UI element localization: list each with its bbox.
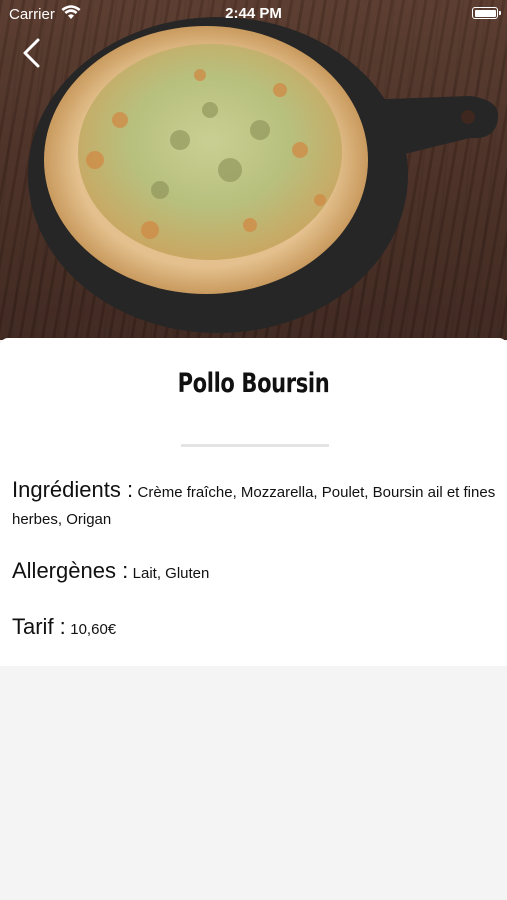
battery-icon (472, 7, 501, 19)
price-label: Tarif : (12, 614, 66, 639)
allergens-row: Allergènes : Lait, Gluten (12, 557, 497, 587)
ingredients-label: Ingrédients : (12, 477, 134, 502)
allergens-label: Allergènes : (12, 558, 129, 583)
ingredients-row: Ingrédients : Crème fraîche, Mozzarella,… (12, 476, 497, 533)
price-row: Tarif : 10,60€ (12, 613, 497, 643)
product-photo: Carrier 2:44 PM (0, 0, 507, 340)
back-button[interactable] (18, 36, 48, 70)
status-bar: Carrier 2:44 PM (0, 0, 507, 28)
product-title: Pollo Boursin (177, 368, 330, 399)
pizza-illustration (28, 17, 499, 333)
chevron-left-icon (23, 38, 40, 68)
price-value: 10,60€ (70, 621, 117, 638)
product-detail-card: Pollo Boursin Ingrédients : Crème fraîch… (0, 338, 507, 666)
clock: 2:44 PM (225, 5, 282, 22)
divider (181, 444, 329, 447)
allergens-value: Lait, Gluten (132, 565, 210, 582)
